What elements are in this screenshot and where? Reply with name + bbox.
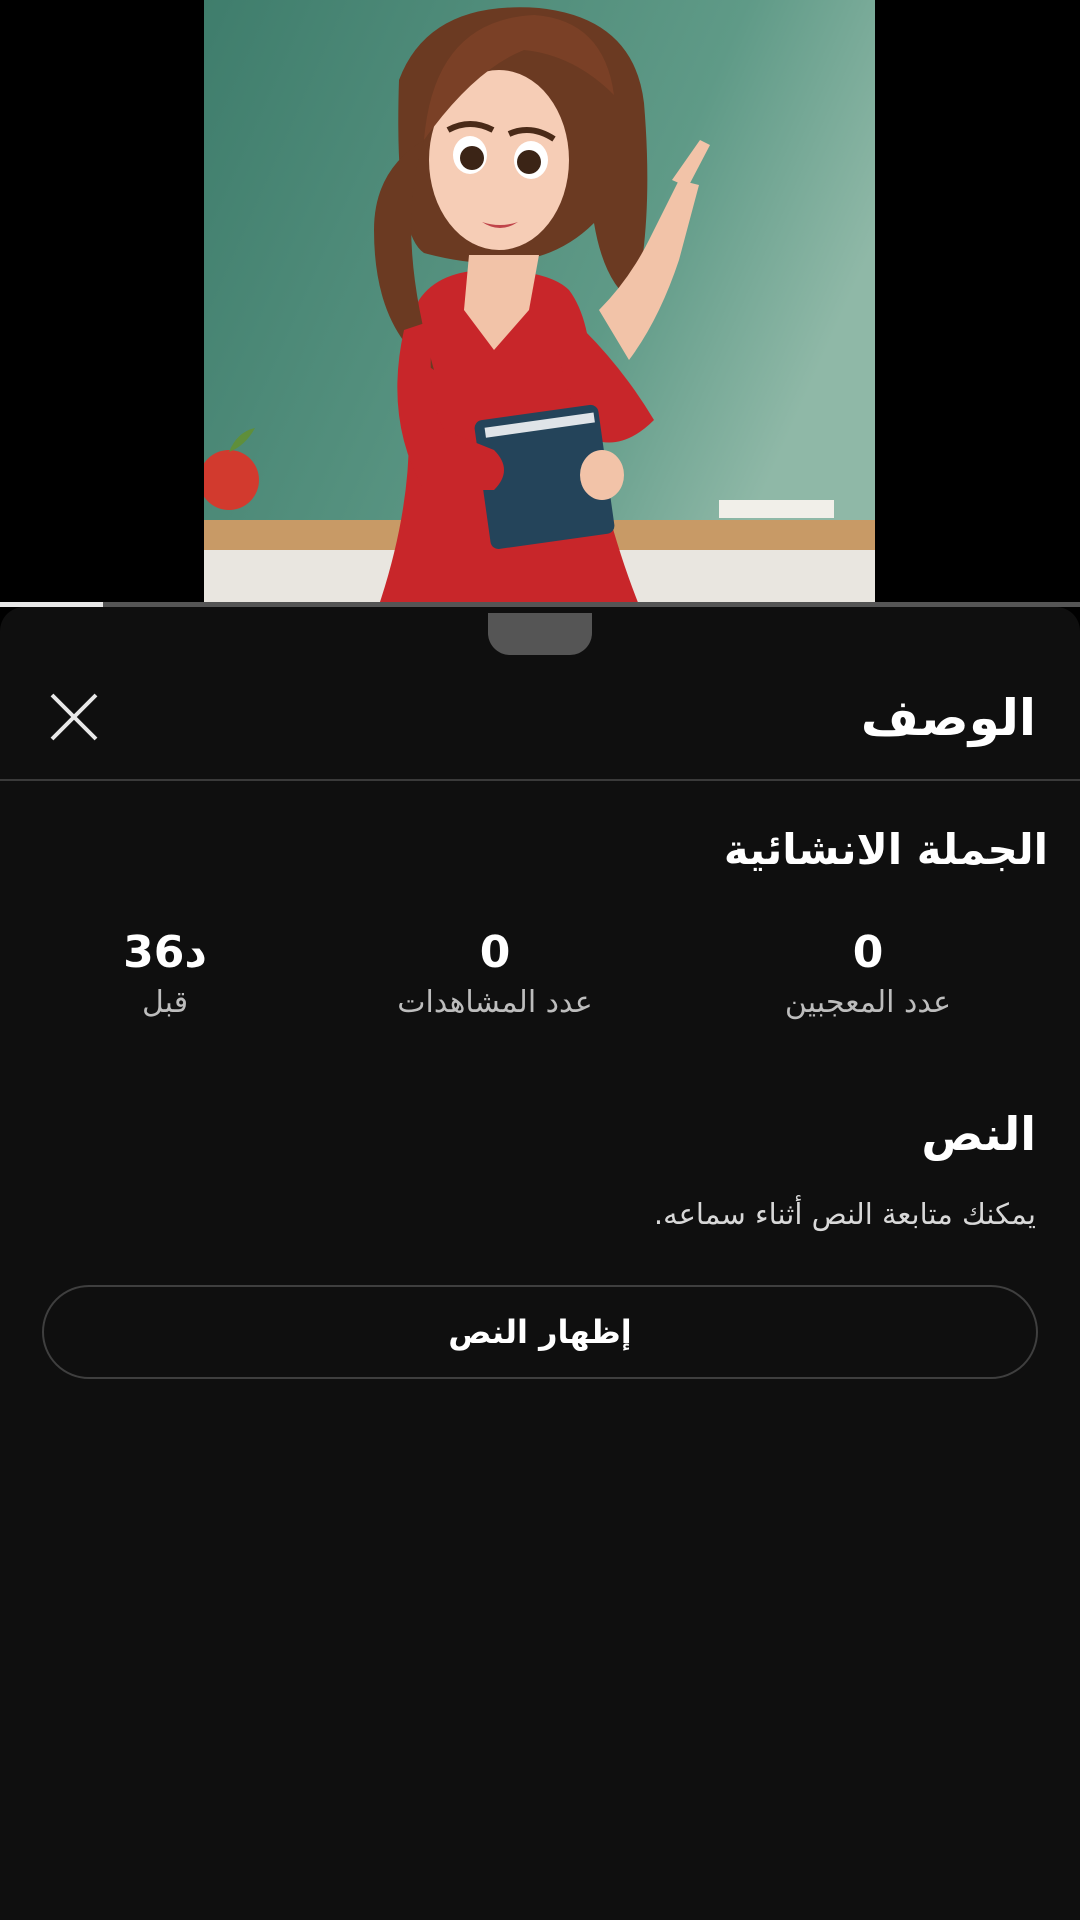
sheet-title: الوصف xyxy=(860,689,1036,747)
show-transcript-button[interactable]: إظهار النص xyxy=(42,1285,1038,1379)
video-thumbnail xyxy=(204,0,875,605)
transcript-title: النص xyxy=(921,1107,1036,1161)
close-icon xyxy=(50,693,98,741)
upload-age: 36د xyxy=(123,927,207,978)
stat-likes: 0 عدد المعجبين xyxy=(718,927,1018,1020)
views-label: عدد المشاهدات xyxy=(397,985,593,1020)
sheet-header: الوصف xyxy=(0,667,1080,779)
drag-handle[interactable] xyxy=(488,613,592,655)
stats-row: 0 عدد المعجبين 0 عدد المشاهدات 36د قبل xyxy=(0,927,1080,1037)
video-title: الجملة الانشائية xyxy=(723,825,1048,874)
views-count: 0 xyxy=(479,927,511,978)
transcript-description: يمكنك متابعة النص أثناء سماعه. xyxy=(653,1197,1036,1231)
upload-age-label: قبل xyxy=(141,985,189,1020)
description-sheet: الوصف الجملة الانشائية 0 عدد المعجبين 0 … xyxy=(0,607,1080,1920)
stat-views: 0 عدد المشاهدات xyxy=(345,927,645,1020)
stat-age: 36د قبل xyxy=(15,927,315,1020)
likes-count: 0 xyxy=(852,927,884,978)
header-divider xyxy=(0,779,1080,781)
likes-label: عدد المعجبين xyxy=(784,985,952,1020)
video-player[interactable] xyxy=(0,0,1080,607)
close-button[interactable] xyxy=(44,687,104,747)
